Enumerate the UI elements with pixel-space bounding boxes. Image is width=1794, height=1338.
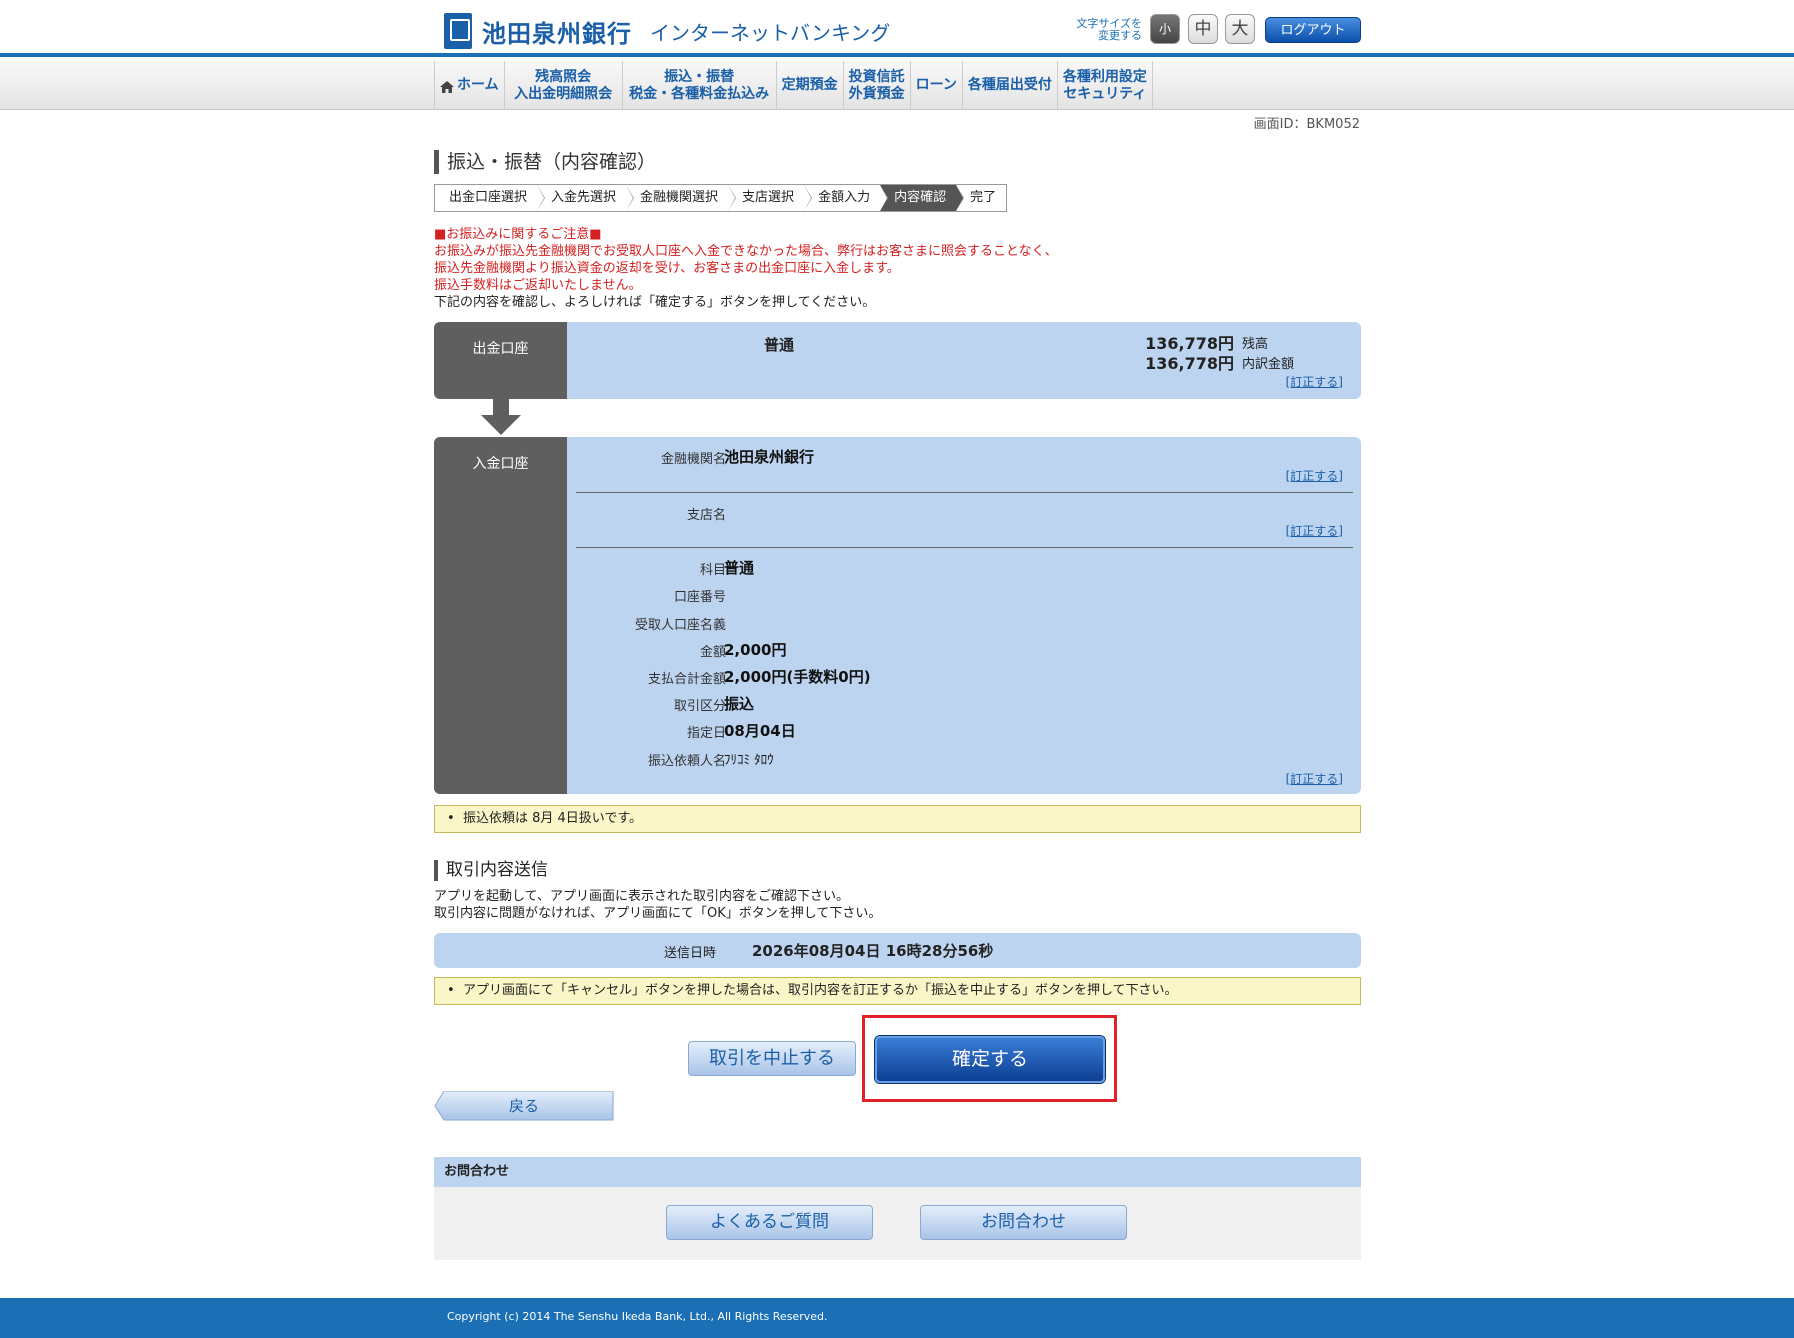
transfer-date-note: • 振込依頼は 8月 4日扱いです。 bbox=[434, 805, 1361, 833]
copyright: Copyright (c) 2014 The Senshu Ikeda Bank… bbox=[447, 1310, 828, 1323]
description-line: アプリを起動して、アプリ画面に表示された取引内容をご確認下さい。 bbox=[434, 889, 849, 904]
subject-value: 普通 bbox=[724, 559, 755, 577]
font-size-medium-button[interactable]: 中 bbox=[1188, 14, 1218, 44]
font-size-large-button[interactable]: 大 bbox=[1225, 14, 1255, 44]
bullet: • bbox=[447, 811, 463, 826]
service-name: インターネットバンキング bbox=[650, 20, 891, 45]
step-bank: 金融機関選択 bbox=[626, 185, 737, 211]
notice-line: 振込先金融機関より振込資金の返却を受け、お客さまの出金口座に入金します。 bbox=[434, 261, 900, 276]
arrow-down-icon bbox=[481, 399, 521, 435]
fix-bank-link[interactable]: [訂正する] bbox=[1286, 467, 1343, 484]
subject-label: 科目 bbox=[699, 563, 726, 578]
global-nav-items: ホーム 残高照会 入出金明細照会 振込・振替 税金・各種料金払込み 定期預金 投… bbox=[434, 61, 1153, 110]
bank-name: 池田泉州銀行 bbox=[482, 19, 632, 48]
nav-item-transfer[interactable]: 振込・振替 税金・各種料金払込み bbox=[623, 61, 777, 110]
requester-name-value: ﾌﾘｺﾐ ﾀﾛｳ bbox=[724, 753, 774, 768]
credit-account-label: 入金口座 bbox=[434, 437, 567, 794]
inquiry-button[interactable]: お問合わせ bbox=[920, 1205, 1127, 1240]
transfer-notice: ■お振込みに関するご注意■ お振込みが振込先金融機関でお受取人口座へ入金できなか… bbox=[434, 226, 1058, 311]
designated-date-label: 指定日 bbox=[686, 726, 726, 741]
nav-item-investment[interactable]: 投資信託 外貨預金 bbox=[844, 61, 911, 110]
bank-name-label: 金融機関名 bbox=[660, 452, 726, 467]
cancel-note: • アプリ画面にて「キャンセル」ボタンを押した場合は、取引内容を訂正するか「振込… bbox=[434, 977, 1361, 1005]
nav-item-time-deposit[interactable]: 定期預金 bbox=[777, 61, 844, 110]
note-text: アプリ画面にて「キャンセル」ボタンを押した場合は、取引内容を訂正するか「振込を中… bbox=[462, 983, 1178, 998]
balance-value: 136,778円 bbox=[1145, 334, 1234, 353]
instruction-text: 下記の内容を確認し、よろしければ「確定する」ボタンを押してください。 bbox=[434, 295, 876, 310]
divider bbox=[576, 492, 1353, 493]
contact-heading: お問合わせ bbox=[434, 1157, 1361, 1187]
notice-line: お振込みが振込先金融機関でお受取人口座へ入金できなかった場合、弊行はお客さまに照… bbox=[434, 244, 1058, 259]
breakdown-label: 内訳金額 bbox=[1242, 357, 1295, 372]
fix-details-link[interactable]: [訂正する] bbox=[1286, 770, 1343, 787]
credit-account-panel: 入金口座 金融機関名 池田泉州銀行 [訂正する] 支店名 [訂正する] 科目 普… bbox=[434, 437, 1361, 794]
font-size-small-button[interactable]: 小 bbox=[1150, 14, 1180, 44]
step-branch: 支店選択 bbox=[728, 185, 813, 211]
step-source-account: 出金口座選択 bbox=[435, 185, 546, 211]
account-number-label: 口座番号 bbox=[673, 590, 726, 605]
description-line: 取引内容に問題がなければ、アプリ画面にて「OK」ボタンを押して下さい。 bbox=[434, 906, 882, 921]
debit-account-label: 出金口座 bbox=[434, 322, 567, 399]
page-title: 振込・振替（内容確認） bbox=[434, 150, 656, 174]
debit-account-type: 普通 bbox=[764, 336, 795, 354]
notice-heading: ■お振込みに関するご注意■ bbox=[434, 227, 602, 242]
contact-panel: よくあるご質問 お問合わせ bbox=[434, 1187, 1361, 1260]
note-text: 振込依頼は 8月 4日扱いです。 bbox=[462, 811, 643, 826]
bank-logo-icon bbox=[444, 13, 472, 49]
fix-branch-link[interactable]: [訂正する] bbox=[1286, 522, 1343, 539]
transaction-type-value: 振込 bbox=[724, 695, 755, 713]
bank-logo[interactable]: 池田泉州銀行 インターネットバンキング bbox=[444, 12, 890, 50]
bank-name-value: 池田泉州銀行 bbox=[724, 448, 815, 466]
payee-name-label: 受取人口座名義 bbox=[634, 618, 726, 633]
designated-date-value: 08月04日 bbox=[724, 722, 796, 740]
fix-debit-link[interactable]: [訂正する] bbox=[1286, 373, 1343, 390]
step-payee: 入金先選択 bbox=[537, 185, 635, 211]
nav-item-loan[interactable]: ローン bbox=[911, 61, 963, 110]
section-title: 取引内容送信 bbox=[434, 860, 548, 881]
confirm-button[interactable]: 確定する bbox=[875, 1036, 1105, 1083]
back-button[interactable]: 戻る bbox=[434, 1090, 614, 1121]
send-time-label: 送信日時 bbox=[664, 946, 717, 961]
nav-item-balance[interactable]: 残高照会 入出金明細照会 bbox=[505, 61, 623, 110]
nav-item-label: ホーム bbox=[457, 77, 499, 93]
nav-item-settings[interactable]: 各種利用設定 セキュリティ bbox=[1058, 61, 1153, 110]
progress-steps: 出金口座選択 入金先選択 金融機関選択 支店選択 金額入力 内容確認 完了 bbox=[434, 184, 1008, 212]
screen-id: 画面ID：BKM052 bbox=[1253, 117, 1360, 132]
total-amount-value: 2,000円(手数料0円) bbox=[724, 668, 871, 686]
home-icon bbox=[440, 80, 454, 93]
back-button-label: 戻る bbox=[508, 1097, 539, 1115]
font-size-label: 文字サイズを変更する bbox=[1076, 17, 1142, 42]
logout-button[interactable]: ログアウト bbox=[1265, 17, 1361, 43]
balance-label: 残高 bbox=[1242, 337, 1269, 352]
step-confirm: 内容確認 bbox=[880, 185, 965, 211]
bullet: • bbox=[447, 983, 463, 998]
cancel-transaction-button[interactable]: 取引を中止する bbox=[688, 1041, 856, 1076]
debit-amounts: 136,778円 136,778円 bbox=[1134, 334, 1234, 374]
branch-name-label: 支店名 bbox=[686, 508, 726, 523]
header bbox=[0, 0, 1794, 57]
total-amount-label: 支払合計金額 bbox=[647, 672, 726, 687]
notice-line: 振込手数料はご返却いたしません。 bbox=[434, 278, 642, 293]
amount-value: 2,000円 bbox=[724, 641, 787, 659]
breakdown-value: 136,778円 bbox=[1145, 354, 1234, 373]
debit-account-panel: 出金口座 普通 136,778円 136,778円 残高 内訳金額 [訂正する] bbox=[434, 322, 1361, 399]
requester-name-label: 振込依頼人名 bbox=[647, 754, 726, 769]
step-amount: 金額入力 bbox=[804, 185, 889, 211]
send-time-value: 2026年08月04日 16時28分56秒 bbox=[752, 942, 994, 960]
debit-amount-labels: 残高 内訳金額 bbox=[1242, 335, 1294, 375]
transaction-type-label: 取引区分 bbox=[673, 699, 726, 714]
global-nav: ホーム 残高照会 入出金明細照会 振込・振替 税金・各種料金払込み 定期預金 投… bbox=[0, 61, 1794, 110]
faq-button[interactable]: よくあるご質問 bbox=[666, 1205, 873, 1240]
divider bbox=[576, 547, 1353, 548]
nav-item-home[interactable]: ホーム bbox=[435, 61, 505, 110]
send-time-panel: 送信日時 2026年08月04日 16時28分56秒 bbox=[434, 933, 1361, 968]
footer: Copyright (c) 2014 The Senshu Ikeda Bank… bbox=[0, 1298, 1794, 1338]
nav-item-applications[interactable]: 各種届出受付 bbox=[963, 61, 1058, 110]
amount-label: 金額 bbox=[699, 645, 726, 660]
section-description: アプリを起動して、アプリ画面に表示された取引内容をご確認下さい。 取引内容に問題… bbox=[434, 888, 881, 922]
